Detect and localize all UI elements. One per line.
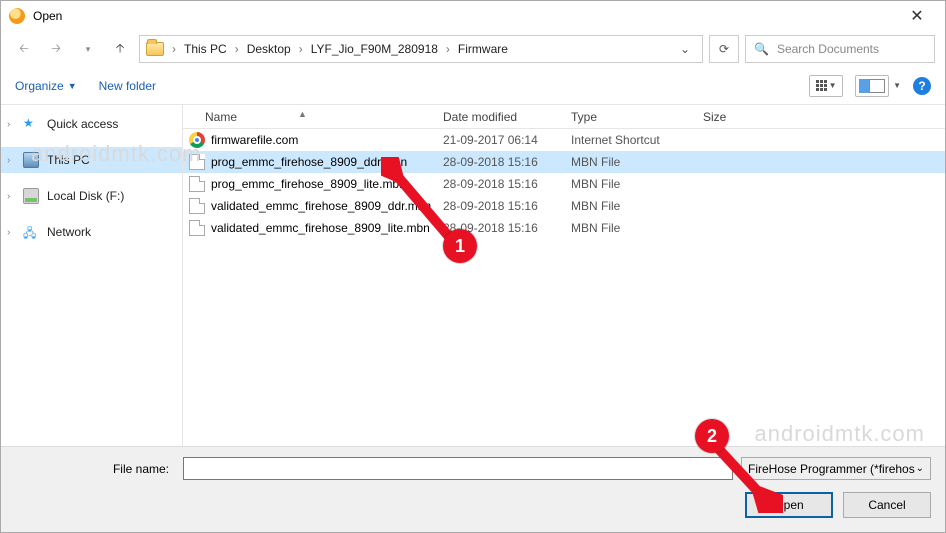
close-icon[interactable]: ✕ [897,6,937,26]
open-button[interactable]: Open [745,492,833,518]
file-name: validated_emmc_firehose_8909_lite.mbn [211,221,430,235]
breadcrumb[interactable]: › This PC › Desktop › LYF_Jio_F90M_28091… [139,35,703,63]
sidebar-item-label: Network [47,225,91,239]
expand-icon[interactable]: › [7,155,10,166]
crumb-folder[interactable]: LYF_Jio_F90M_280918 [307,42,442,56]
file-type: MBN File [571,155,703,169]
col-type[interactable]: Type [571,110,703,124]
file-name: validated_emmc_firehose_8909_ddr.mbn [211,199,431,213]
grid-icon [816,80,827,91]
view-options-button[interactable]: ▼ [809,75,843,97]
nav-row: 🡠 🡢 ▾ 🡡 › This PC › Desktop › LYF_Jio_F9… [1,31,945,67]
sidebar-item-label: Quick access [47,117,118,131]
forward-button: 🡢 [43,36,69,62]
file-list: Name ▲ Date modified Type Size firmwarefi… [183,105,945,475]
chrome-icon [189,132,205,148]
star-icon: ★ [23,116,39,132]
filename-label: File name: [15,462,175,476]
col-name-label: Name [205,110,237,124]
chevron-down-icon: ▼ [68,81,77,91]
crumb-desktop[interactable]: Desktop [243,42,295,56]
file-name: firmwarefile.com [211,133,298,147]
file-row[interactable]: validated_emmc_firehose_8909_ddr.mbn 28-… [183,195,945,217]
file-icon [189,220,205,236]
sidebar-item-label: This PC [47,153,90,167]
disk-icon [23,188,39,204]
search-icon: 🔍 [754,42,769,56]
pc-icon [23,152,39,168]
file-type: MBN File [571,199,703,213]
cancel-button[interactable]: Cancel [843,492,931,518]
file-date: 28-09-2018 15:16 [443,155,571,169]
chevron-down-icon: ▼ [893,81,901,90]
file-icon [189,176,205,192]
file-type: Internet Shortcut [571,133,703,147]
file-icon [189,154,205,170]
col-size[interactable]: Size [703,110,783,124]
column-headers: Name ▲ Date modified Type Size [183,105,945,129]
crumb-firmware[interactable]: Firmware [454,42,512,56]
file-name: prog_emmc_firehose_8909_lite.mbn [211,177,406,191]
search-placeholder: Search Documents [777,42,879,56]
chevron-right-icon: › [444,42,452,56]
sidebar-item-network[interactable]: › 🖧 Network [1,219,182,245]
file-type-filter[interactable]: FireHose Programmer (*firehos ⌄ [741,457,931,480]
help-icon[interactable]: ? [913,77,931,95]
sidebar-item-this-pc[interactable]: › This PC [1,147,182,173]
file-date: 21-09-2017 06:14 [443,133,571,147]
col-date[interactable]: Date modified [443,110,571,124]
sidebar-item-quick-access[interactable]: › ★ Quick access [1,111,182,137]
toolbar: Organize ▼ New folder ▼ ▼ ? [1,67,945,105]
file-date: 28-09-2018 15:16 [443,177,571,191]
file-row[interactable]: firmwarefile.com 21-09-2017 06:14 Intern… [183,129,945,151]
app-icon [9,8,25,24]
expand-icon[interactable]: › [7,119,10,130]
organize-menu[interactable]: Organize ▼ [15,79,77,93]
network-icon: 🖧 [23,224,39,240]
chevron-down-icon: ⌄ [916,463,924,474]
file-type: MBN File [571,221,703,235]
back-button[interactable]: 🡠 [11,36,37,62]
file-date: 28-09-2018 15:16 [443,199,571,213]
folder-icon [146,42,164,56]
title-bar: Open ✕ [1,1,945,31]
sidebar-item-label: Local Disk (F:) [47,189,124,203]
chevron-right-icon: › [233,42,241,56]
chevron-right-icon: › [297,42,305,56]
chevron-right-icon: › [170,42,178,56]
path-dropdown-icon[interactable]: ⌄ [672,42,698,56]
recent-dropdown-icon[interactable]: ▾ [75,36,101,62]
new-folder-button[interactable]: New folder [99,79,156,93]
file-row[interactable]: prog_emmc_firehose_8909_ddr.mbn 28-09-20… [183,151,945,173]
expand-icon[interactable]: › [7,191,10,202]
file-icon [189,198,205,214]
file-type: MBN File [571,177,703,191]
chevron-down-icon: ▼ [829,81,837,90]
window-title: Open [33,9,897,23]
file-row[interactable]: prog_emmc_firehose_8909_lite.mbn 28-09-2… [183,173,945,195]
file-name: prog_emmc_firehose_8909_ddr.mbn [211,155,407,169]
filter-label: FireHose Programmer (*firehos [748,462,915,476]
body: › ★ Quick access › This PC › Local Disk … [1,105,945,475]
bottom-bar: File name: FireHose Programmer (*firehos… [1,446,945,532]
annotation-badge-1: 1 [443,229,477,263]
crumb-this-pc[interactable]: This PC [180,42,231,56]
organize-label: Organize [15,79,64,93]
file-row[interactable]: validated_emmc_firehose_8909_lite.mbn 28… [183,217,945,239]
search-input[interactable]: 🔍 Search Documents [745,35,935,63]
expand-icon[interactable]: › [7,227,10,238]
sort-asc-icon: ▲ [298,109,307,119]
annotation-badge-2: 2 [695,419,729,453]
sidebar-item-local-disk[interactable]: › Local Disk (F:) [1,183,182,209]
filename-input[interactable] [183,457,733,480]
refresh-button[interactable]: ⟳ [709,35,739,63]
col-name[interactable]: Name ▲ [183,110,443,124]
preview-pane-button[interactable] [855,75,889,97]
sidebar: › ★ Quick access › This PC › Local Disk … [1,105,183,475]
up-button[interactable]: 🡡 [107,36,133,62]
